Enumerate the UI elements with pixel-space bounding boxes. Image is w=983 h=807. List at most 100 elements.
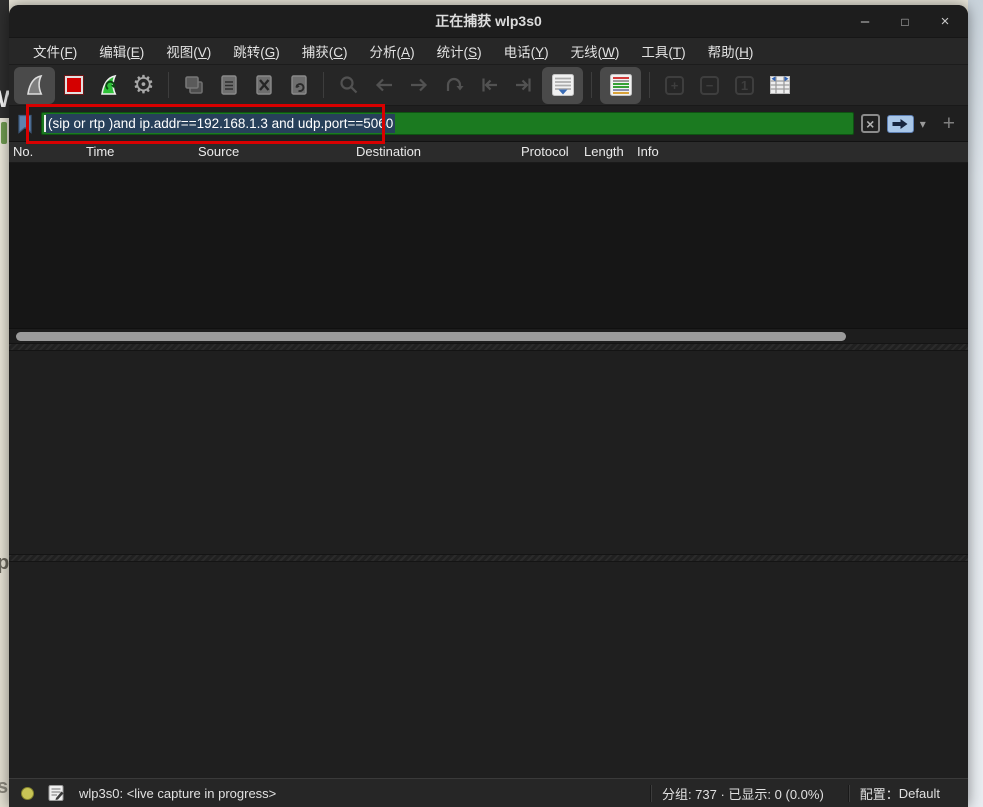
scrollbar-thumb[interactable] [16,332,846,341]
stop-icon [65,76,83,94]
reload-file-button[interactable] [282,69,315,102]
menu-item-telephony[interactable]: 电话(Y) [493,38,560,64]
profile-label: 配置： [860,784,899,803]
restart-capture-button[interactable] [92,69,125,102]
expert-info-icon[interactable] [21,787,34,800]
last-packet-button[interactable] [507,69,540,102]
close-file-button[interactable] [247,69,280,102]
packet-list-pane[interactable] [9,163,968,343]
go-to-packet-button[interactable] [437,69,470,102]
menu-item-help[interactable]: 帮助(H) [697,38,765,64]
titlebar[interactable]: 正在捕获 wlp3s0 – □ × [9,5,968,38]
statusbar-separator [650,785,652,802]
open-file-button[interactable] [177,69,210,102]
packet-list-header: No. Time Source Destination Protocol Len… [9,142,968,163]
column-no[interactable]: No. [13,144,33,159]
toolbar-separator [591,72,592,98]
close-button[interactable]: × [936,13,954,30]
pane-splitter[interactable] [9,554,968,562]
save-file-icon [217,73,241,97]
column-protocol[interactable]: Protocol [521,144,569,159]
restart-fin-icon [97,73,121,97]
profile-value: Default [899,786,940,801]
apply-arrow-icon [891,118,909,130]
zoom-in-button[interactable]: + [658,69,691,102]
filter-expression-text: (sip or rtp )and ip.addr==192.168.1.3 an… [46,114,395,133]
desktop-wallpaper-left: W p s [0,0,9,807]
arrow-left-icon [373,74,395,96]
go-forward-button[interactable] [402,69,435,102]
desktop-wallpaper-right [968,0,983,807]
zoom-in-icon: + [665,76,684,95]
zoom-reset-button[interactable]: 1 [728,69,761,102]
menu-item-wireless[interactable]: 无线(W) [560,38,631,64]
apply-filter-button[interactable] [887,115,914,133]
clear-filter-button[interactable]: × [861,114,880,133]
menu-item-edit[interactable]: 编辑(E) [88,38,155,64]
colorize-icon [608,72,634,98]
zoom-out-button[interactable]: − [693,69,726,102]
go-back-button[interactable] [367,69,400,102]
menu-item-go[interactable]: 跳转(G) [222,38,291,64]
capture-options-button[interactable]: ⚙ [127,69,160,102]
packet-stats-text: 分组: 737 · 已显示: 0 (0.0%) [662,784,824,803]
menubar: 文件(F) 编辑(E) 视图(V) 跳转(G) 捕获(C) 分析(A) 统计(S… [9,38,968,65]
go-first-icon [478,74,500,96]
capture-file-icon[interactable] [48,784,65,802]
column-time[interactable]: Time [86,144,114,159]
statusbar-right: 分组: 737 · 已显示: 0 (0.0%) 配置： Default [640,784,956,803]
close-file-icon [252,73,276,97]
capture-status-text[interactable]: wlp3s0: <live capture in progress> [79,786,276,801]
packet-details-pane[interactable] [9,351,968,554]
auto-scroll-toggle[interactable] [542,67,583,104]
pane-splitter[interactable] [9,343,968,351]
toolbar-separator [649,72,650,98]
toolbar-separator [323,72,324,98]
first-packet-button[interactable] [472,69,505,102]
resize-columns-button[interactable] [763,69,796,102]
statusbar-separator [848,785,850,802]
menu-item-capture[interactable]: 捕获(C) [291,38,359,64]
minimize-button[interactable]: – [856,13,874,30]
zoom-100-icon: 1 [735,76,754,95]
resize-columns-icon [768,73,792,97]
toolbar-separator [168,72,169,98]
menu-item-view[interactable]: 视图(V) [155,38,222,64]
shark-fin-icon [23,73,47,97]
column-info[interactable]: Info [637,144,659,159]
reload-file-icon [287,73,311,97]
packet-bytes-pane[interactable] [9,562,968,778]
find-packet-button[interactable] [332,69,365,102]
gear-icon: ⚙ [132,73,154,98]
display-filter-input[interactable]: (sip or rtp )and ip.addr==192.168.1.3 an… [41,112,854,135]
jump-arrow-icon [443,74,465,96]
save-file-button[interactable] [212,69,245,102]
bookmark-icon[interactable] [16,114,34,134]
wallpaper-fragment: p [0,552,9,575]
maximize-button[interactable]: □ [896,15,914,29]
profile-selector[interactable]: 配置： Default [860,784,940,803]
wireshark-window: 正在捕获 wlp3s0 – □ × 文件(F) 编辑(E) 视图(V) 跳转(G… [9,5,968,807]
menu-item-analyze[interactable]: 分析(A) [359,38,426,64]
wallpaper-fragment [1,122,7,144]
start-capture-button[interactable] [14,67,55,104]
go-last-icon [513,74,535,96]
menu-item-file[interactable]: 文件(F) [22,38,88,64]
column-destination[interactable]: Destination [356,144,421,159]
add-filter-button[interactable]: + [943,112,955,136]
open-file-icon [182,73,206,97]
filter-toolbar: (sip or rtp )and ip.addr==192.168.1.3 an… [9,106,968,142]
column-length[interactable]: Length [584,144,624,159]
search-icon [338,74,360,96]
auto-scroll-icon [550,72,576,98]
menu-item-tools[interactable]: 工具(T) [630,38,696,64]
stop-capture-button[interactable] [57,69,90,102]
horizontal-scrollbar[interactable] [9,328,968,343]
column-source[interactable]: Source [198,144,239,159]
colorize-toggle[interactable] [600,67,641,104]
clear-icon: × [866,116,874,132]
arrow-right-icon [408,74,430,96]
window-controls: – □ × [856,5,954,38]
filter-history-dropdown[interactable]: ▾ [920,117,926,131]
menu-item-statistics[interactable]: 统计(S) [426,38,493,64]
